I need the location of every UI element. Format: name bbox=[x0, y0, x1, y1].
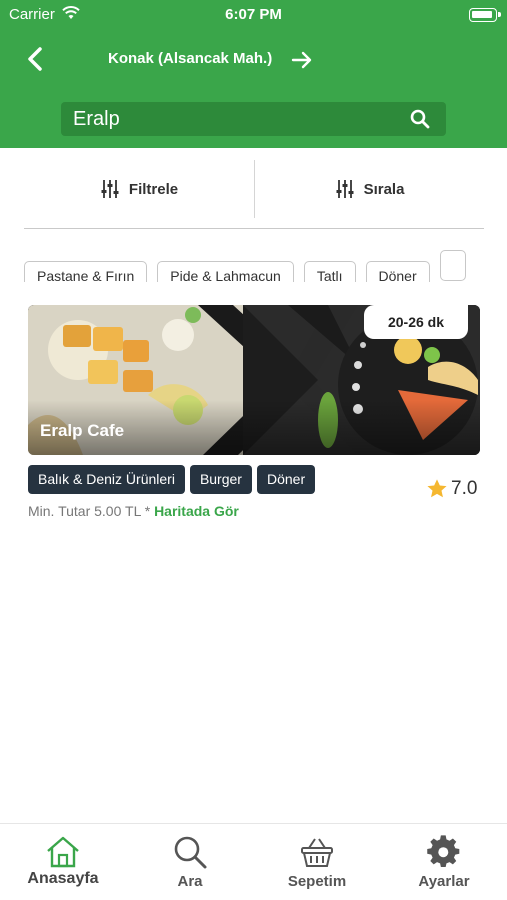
cuisine-tag: Burger bbox=[189, 465, 252, 494]
rating: 7.0 bbox=[426, 478, 477, 500]
location-title[interactable]: Konak (Alsancak Mah.) bbox=[108, 50, 272, 67]
app-header: Carrier 6:07 PM Konak (Alsancak Mah.) bbox=[0, 0, 507, 148]
tab-label: Sepetim bbox=[287, 873, 347, 890]
search-icon[interactable] bbox=[410, 109, 430, 129]
category-chip[interactable] bbox=[439, 250, 466, 281]
tab-label: Ayarlar bbox=[418, 873, 470, 890]
min-order: Min. Tutar 5.00 TL * bbox=[28, 503, 151, 519]
tab-settings[interactable]: Ayarlar bbox=[381, 824, 507, 900]
sort-label: Sırala bbox=[363, 180, 405, 198]
sort-button[interactable]: Sırala bbox=[255, 160, 484, 218]
filter-label: Filtrele bbox=[128, 180, 179, 198]
divider bbox=[24, 228, 484, 229]
cuisine-tag: Balık & Deniz Ürünleri bbox=[28, 465, 185, 494]
category-chip[interactable]: Döner bbox=[365, 261, 430, 282]
back-button[interactable] bbox=[22, 44, 52, 74]
tab-label: Ara bbox=[177, 873, 203, 890]
category-chip[interactable]: Pide & Lahmacun bbox=[157, 261, 294, 282]
tab-basket[interactable]: Sepetim bbox=[254, 824, 380, 900]
restaurant-tags: Balık & Deniz Ürünleri Burger Döner bbox=[28, 465, 320, 494]
bottom-tab-bar: Anasayfa Ara Sepetim Ayarlar bbox=[0, 823, 507, 900]
filter-sort-bar: Filtrele Sırala bbox=[24, 160, 484, 218]
search-input[interactable] bbox=[73, 106, 393, 132]
location-change-button[interactable] bbox=[290, 48, 314, 72]
gear-icon bbox=[427, 835, 460, 868]
restaurant-name: Eralp Cafe bbox=[40, 421, 125, 440]
tab-home[interactable]: Anasayfa bbox=[0, 824, 126, 900]
category-chips: Pastane & Fırın Pide & Lahmacun Tatlı Döner bbox=[24, 250, 507, 282]
star-icon bbox=[427, 479, 447, 498]
status-bar: Carrier 6:07 PM bbox=[0, 5, 507, 25]
category-chip[interactable]: Pastane & Fırın bbox=[24, 261, 148, 282]
search-icon bbox=[174, 836, 207, 869]
restaurant-meta: Min. Tutar 5.00 TL * Haritada Gör bbox=[28, 503, 239, 519]
sliders-icon bbox=[336, 180, 354, 198]
rating-value: 7.0 bbox=[451, 478, 478, 499]
status-time: 6:07 PM bbox=[225, 6, 282, 23]
chevron-left-icon bbox=[28, 47, 42, 71]
search-bar bbox=[61, 102, 446, 136]
delivery-time-badge: 20-26 dk bbox=[364, 305, 468, 339]
sliders-icon bbox=[101, 180, 119, 198]
map-link[interactable]: Haritada Gör bbox=[154, 503, 239, 519]
basket-icon bbox=[301, 838, 333, 867]
category-chip[interactable]: Tatlı bbox=[303, 261, 356, 282]
battery-icon bbox=[469, 8, 501, 22]
cuisine-tag: Döner bbox=[256, 465, 316, 494]
home-icon bbox=[47, 836, 79, 868]
filter-button[interactable]: Filtrele bbox=[24, 160, 254, 218]
tab-search[interactable]: Ara bbox=[127, 824, 253, 900]
tab-label: Anasayfa bbox=[27, 870, 99, 887]
arrow-right-icon bbox=[291, 51, 312, 69]
